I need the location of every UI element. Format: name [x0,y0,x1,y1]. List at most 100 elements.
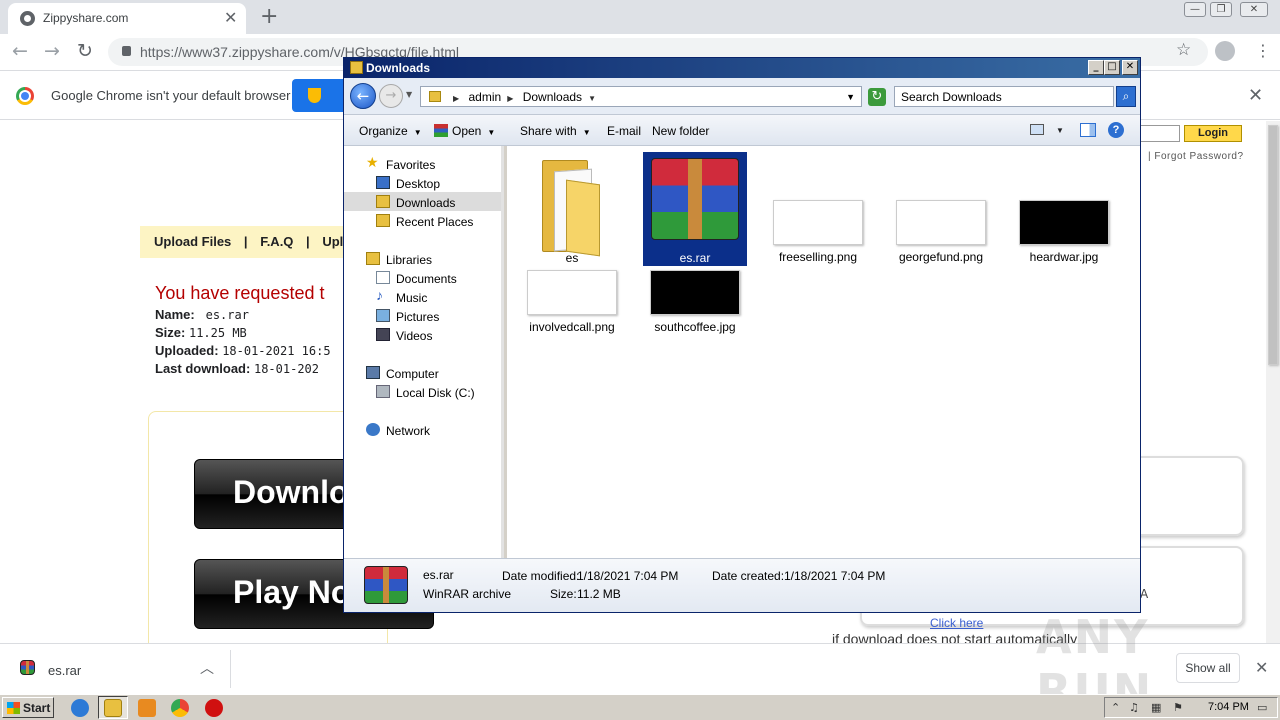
help-icon[interactable]: ? [1108,122,1124,138]
address-dropdown-icon[interactable]: ▼ [846,92,855,102]
media-player-icon[interactable] [138,699,156,717]
file-name: georgefund.png [898,250,984,264]
nav-recent-places[interactable]: Recent Places [344,211,501,230]
tab-close-icon[interactable]: ✕ [224,8,237,27]
close-window-button[interactable]: ✕ [1240,2,1268,17]
file-item-southcoffee[interactable]: southcoffee.jpg [643,270,747,334]
organize-menu[interactable]: Organize ▼ [359,124,422,138]
nav-computer[interactable]: Computer [344,363,501,382]
zippy-nav: Upload Files | F.A.Q | Uplo [140,226,351,258]
side-panel-text: A [1140,587,1149,601]
menu-kebab-icon[interactable]: ⋮ [1255,41,1271,60]
explorer-titlebar[interactable]: Downloads _ □ ✕ [344,58,1140,78]
nav-favorites[interactable]: ★ Favorites [344,154,501,173]
preview-pane-icon[interactable] [1080,123,1096,137]
file-item-freeselling[interactable]: freeselling.png [766,152,870,266]
date-created-value: 1/18/2021 7:04 PM [784,569,886,583]
nav-faq[interactable]: F.A.Q [260,234,293,249]
minimize-button[interactable]: — [1184,2,1206,17]
chevron-down-icon: ▼ [582,128,591,137]
search-input[interactable]: Search Downloads [894,86,1114,107]
back-arrow-icon[interactable]: ← [350,83,376,109]
nav-desktop-label: Desktop [396,177,441,191]
download-item-name[interactable]: es.rar [48,663,81,678]
nav-music[interactable]: ♪ Music [344,287,501,306]
share-with-menu[interactable]: Share with ▼ [520,124,591,138]
nav-local-disk-label: Local Disk (C:) [396,386,475,400]
nav-documents[interactable]: Documents [344,268,501,287]
infobar-close-icon[interactable]: ✕ [1248,85,1263,106]
folder-icon [350,61,363,74]
chevron-up-icon[interactable]: ︿ [200,658,214,678]
reload-icon[interactable]: ↻ [77,40,93,62]
file-item-heardwar[interactable]: heardwar.jpg [1012,152,1116,266]
nav-separator: | [243,234,248,249]
explorer-minimize-button[interactable]: _ [1088,60,1104,75]
open-menu[interactable]: Open ▼ [434,124,495,138]
forward-arrow-icon[interactable]: → [379,84,403,108]
image-thumbnail [527,270,617,315]
file-item-es-folder[interactable]: es [520,154,624,268]
flag-icon[interactable]: ⚑ [1173,701,1183,714]
file-item-involvedcall[interactable]: involvedcall.png [520,270,624,334]
nav-local-disk[interactable]: Local Disk (C:) [344,382,501,401]
breadcrumb-downloads[interactable]: Downloads [523,90,582,104]
new-tab-button[interactable]: + [260,4,278,29]
navigation-pane: ★ Favorites Desktop Downloads Recent Plac… [344,146,504,558]
network-icon[interactable]: ▦ [1151,701,1161,714]
downloads-folder-icon [376,195,390,208]
search-icon[interactable]: ⌕ [1116,86,1136,107]
breadcrumb[interactable]: ▶ admin ▶ Downloads ▼ ▼ [420,86,862,107]
divider [230,650,231,688]
nav-network[interactable]: Network [344,420,501,439]
winrar-icon [364,566,408,604]
nav-upload-files[interactable]: Upload Files [154,234,231,249]
image-thumbnail [896,200,986,245]
volume-icon[interactable]: ♫ [1129,701,1139,714]
nav-downloads[interactable]: Downloads [344,192,501,211]
internet-explorer-icon[interactable] [71,699,89,717]
security-icon[interactable] [205,699,223,717]
file-item-es-rar[interactable]: es.rar [643,152,747,266]
command-bar: Organize ▼ Open ▼ Share with ▼ E-mail New f… [344,114,1140,146]
file-item-georgefund[interactable]: georgefund.png [889,152,993,266]
refresh-icon[interactable]: ↻ [868,88,886,106]
nav-videos[interactable]: Videos [344,325,501,344]
chevron-right-icon[interactable]: ▶ [453,94,459,103]
scrollbar-thumb[interactable] [1268,125,1278,365]
login-button[interactable]: Login [1184,125,1242,142]
view-icon[interactable] [1030,124,1044,135]
nav-computer-label: Computer [386,367,439,381]
file-name: freeselling.png [778,250,858,264]
chrome-icon[interactable] [171,699,189,717]
bookmark-star-icon[interactable]: ☆ [1176,40,1191,60]
tray-expand-icon[interactable]: ⌃ [1111,701,1120,714]
name-label: Name: [155,307,195,322]
explorer-maximize-button[interactable]: □ [1104,60,1120,75]
page-scrollbar[interactable] [1266,121,1280,643]
browser-tab[interactable]: Zippyshare.com ✕ [8,3,246,34]
click-here-link[interactable]: Click here [930,616,983,630]
nav-libraries[interactable]: Libraries [344,249,501,268]
forward-arrow-icon[interactable]: → [44,40,60,62]
email-button[interactable]: E-mail [607,124,641,138]
show-desktop-icon[interactable]: ▭ [1257,701,1267,714]
view-dropdown-icon[interactable]: ▼ [1056,126,1064,135]
back-arrow-icon[interactable]: ← [12,40,28,62]
nav-desktop[interactable]: Desktop [344,173,501,192]
chevron-right-icon[interactable]: ▶ [507,94,513,103]
history-dropdown-icon[interactable]: ▼ [406,90,412,99]
profile-avatar[interactable] [1215,41,1235,61]
clock[interactable]: 7:04 PM [1208,701,1249,713]
password-field[interactable] [1140,125,1180,142]
breadcrumb-admin[interactable]: admin [469,90,502,104]
new-folder-button[interactable]: New folder [652,124,709,138]
restore-button[interactable]: ❐ [1210,2,1232,17]
forgot-password-link[interactable]: | Forgot Password? [1148,151,1244,162]
image-thumbnail [773,200,863,245]
nav-pictures[interactable]: Pictures [344,306,501,325]
chevron-down-icon[interactable]: ▼ [588,94,596,103]
start-button[interactable]: Start [2,697,54,718]
explorer-close-button[interactable]: ✕ [1122,60,1138,75]
pictures-icon [376,309,390,322]
